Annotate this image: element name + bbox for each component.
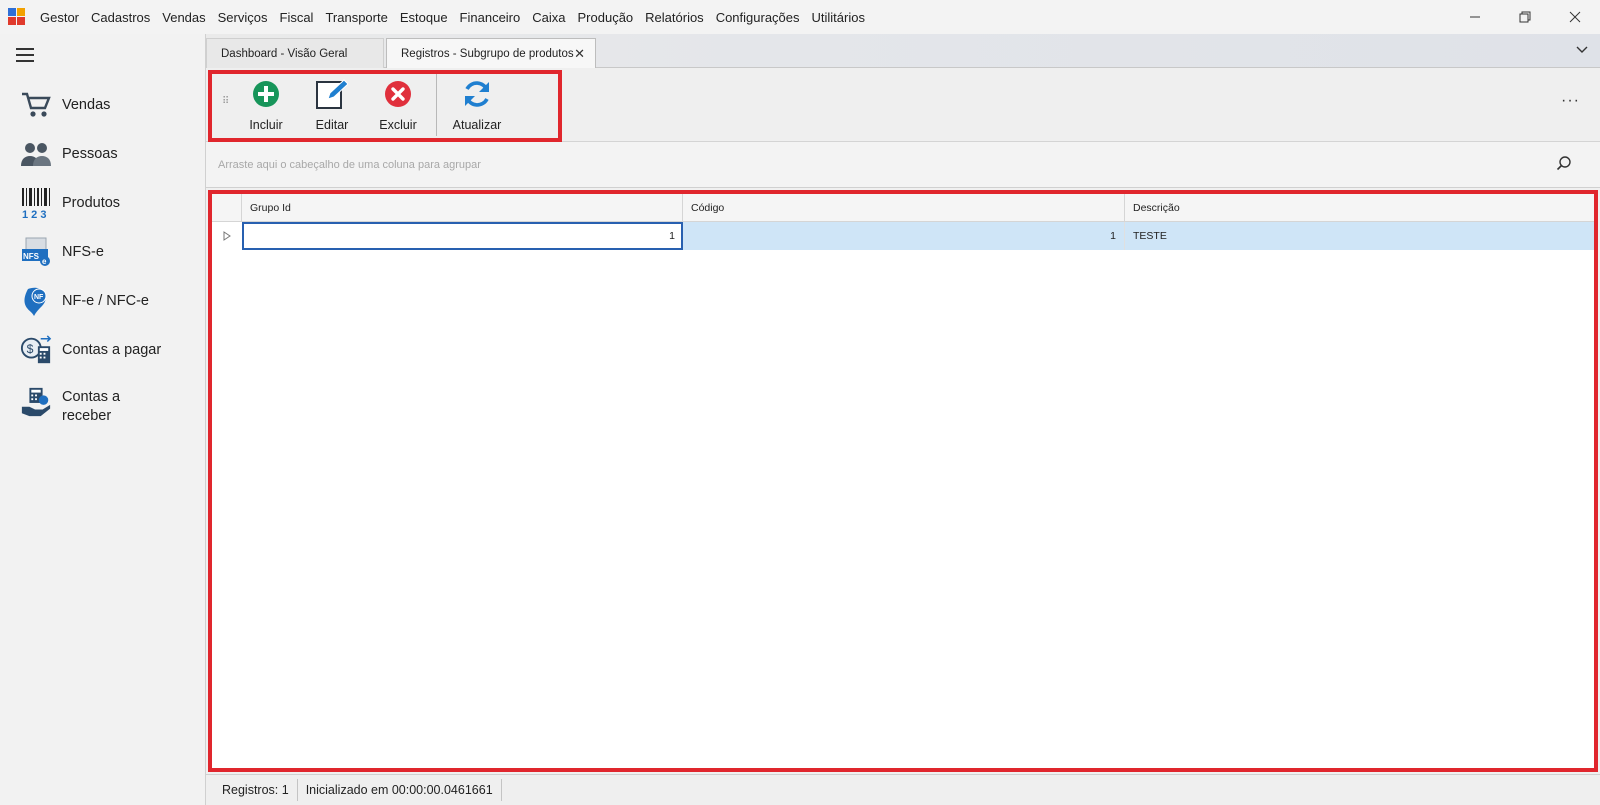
tab-dashboard[interactable]: Dashboard - Visão Geral (206, 38, 384, 68)
tab-label: Registros - Subgrupo de produtos (401, 47, 574, 60)
editar-button[interactable]: Editar (302, 78, 362, 132)
editar-label: Editar (315, 118, 349, 132)
menu-caixa[interactable]: Caixa (526, 10, 571, 25)
status-init-time: Inicializado em 00:00:00.0461661 (298, 779, 502, 801)
cell-grupo-id[interactable]: 1 (242, 222, 683, 250)
svg-text:$: $ (27, 342, 34, 356)
menu-servicos[interactable]: Serviços (212, 10, 274, 25)
incluir-button[interactable]: Incluir (236, 78, 296, 132)
menu-vendas[interactable]: Vendas (156, 10, 211, 25)
more-options-icon[interactable]: ··· (1561, 92, 1580, 110)
data-grid: Grupo Id Código Descrição 1 1 TESTE (208, 190, 1598, 772)
edit-icon (302, 78, 362, 110)
row-indicator-icon[interactable] (212, 222, 242, 250)
status-bar: Registros: 1 Inicializado em 00:00:00.04… (206, 774, 1600, 805)
sidebar-item-vendas[interactable]: Vendas (20, 89, 110, 121)
atualizar-button[interactable]: Atualizar (447, 78, 507, 132)
svg-text:e: e (42, 257, 47, 266)
menu-cadastros[interactable]: Cadastros (85, 10, 156, 25)
menu-financeiro[interactable]: Financeiro (454, 10, 527, 25)
column-header-codigo[interactable]: Código (683, 194, 1125, 222)
cell-codigo[interactable]: 1 (683, 222, 1125, 250)
sidebar-item-contas-receber[interactable]: Contas a receber (20, 384, 172, 426)
tab-label: Dashboard - Visão Geral (221, 47, 348, 60)
atualizar-label: Atualizar (452, 118, 502, 132)
svg-text:NF: NF (34, 294, 44, 301)
main-menu: Gestor Cadastros Vendas Serviços Fiscal … (34, 10, 871, 25)
menu-estoque[interactable]: Estoque (394, 10, 454, 25)
grid-header: Grupo Id Código Descrição (212, 194, 1594, 222)
window-controls (1450, 0, 1600, 34)
sidebar-item-label: Produtos (62, 194, 121, 211)
restore-icon (1519, 11, 1531, 23)
close-window-button[interactable] (1550, 0, 1600, 34)
tab-registros-subgrupo[interactable]: Registros - Subgrupo de produtos ✕ (386, 38, 596, 69)
menu-fiscal[interactable]: Fiscal (274, 10, 320, 25)
group-by-hint: Arraste aqui o cabeçalho de uma coluna p… (218, 159, 481, 171)
sidebar-item-nfse[interactable]: NFS e NFS-e (20, 236, 104, 268)
sidebar: Vendas Pessoas 1 2 3 Produtos NFS e NFS-e… (0, 34, 206, 805)
people-icon (20, 138, 52, 170)
sidebar-item-label: Contas a pagar (62, 341, 162, 358)
excluir-label: Excluir (379, 118, 417, 132)
close-icon (1569, 11, 1581, 23)
cell-descricao[interactable]: TESTE (1125, 222, 1594, 250)
sidebar-item-pessoas[interactable]: Pessoas (20, 138, 118, 170)
table-row[interactable]: 1 1 TESTE (212, 222, 1594, 250)
sidebar-item-label: NF-e / NFC-e (62, 292, 149, 309)
bill-pay-icon: $ (20, 334, 52, 366)
menu-transporte[interactable]: Transporte (319, 10, 393, 25)
toolbar-separator (436, 74, 437, 136)
minimize-button[interactable] (1450, 0, 1500, 34)
status-record-count: Registros: 1 (214, 779, 298, 801)
svg-text:1 2 3: 1 2 3 (22, 209, 46, 219)
app-logo (8, 8, 26, 26)
sidebar-item-nfe[interactable]: NF NF-e / NFC-e (20, 285, 149, 317)
toolbar: ⠿ Incluir Editar Excluir Atualizar ··· (206, 68, 1600, 142)
cart-icon (20, 89, 52, 121)
sidebar-item-label: Pessoas (62, 145, 118, 162)
svg-text:NFS: NFS (23, 252, 40, 261)
tab-bar: Dashboard - Visão Geral Registros - Subg… (206, 34, 1600, 69)
bill-receive-icon (20, 386, 52, 418)
column-header-grupo-id[interactable]: Grupo Id (242, 194, 683, 222)
delete-icon (368, 78, 428, 110)
sidebar-item-label: NFS-e (62, 243, 104, 260)
search-icon[interactable] (1556, 155, 1572, 176)
nfse-icon: NFS e (20, 236, 52, 268)
sidebar-item-label: Contas a receber (62, 389, 121, 424)
sidebar-item-produtos[interactable]: 1 2 3 Produtos (20, 187, 120, 219)
refresh-icon (447, 78, 507, 110)
menu-gestor[interactable]: Gestor (34, 10, 85, 25)
excluir-button[interactable]: Excluir (368, 78, 428, 132)
row-indicator-header (212, 194, 242, 222)
menu-relatorios[interactable]: Relatórios (639, 10, 710, 25)
restore-button[interactable] (1500, 0, 1550, 34)
title-bar: Gestor Cadastros Vendas Serviços Fiscal … (0, 0, 1600, 34)
sidebar-item-label: Vendas (62, 96, 111, 113)
barcode-icon: 1 2 3 (20, 187, 52, 219)
incluir-label: Incluir (249, 118, 283, 132)
sidebar-item-contas-pagar[interactable]: $ Contas a pagar (20, 334, 161, 366)
minimize-icon (1470, 16, 1480, 18)
column-header-descricao[interactable]: Descrição (1125, 194, 1594, 222)
menu-producao[interactable]: Produção (572, 10, 640, 25)
tab-close-icon[interactable]: ✕ (574, 46, 585, 62)
add-icon (236, 78, 296, 110)
nfe-icon: NF (20, 285, 52, 317)
hamburger-menu-icon[interactable] (16, 48, 34, 62)
group-by-panel[interactable]: Arraste aqui o cabeçalho de uma coluna p… (206, 142, 1600, 188)
menu-configuracoes[interactable]: Configurações (710, 10, 806, 25)
toolbar-grip-icon[interactable]: ⠿ (222, 96, 229, 107)
tab-overflow-chevron-icon[interactable] (1576, 43, 1588, 57)
menu-utilitarios[interactable]: Utilitários (806, 10, 871, 25)
